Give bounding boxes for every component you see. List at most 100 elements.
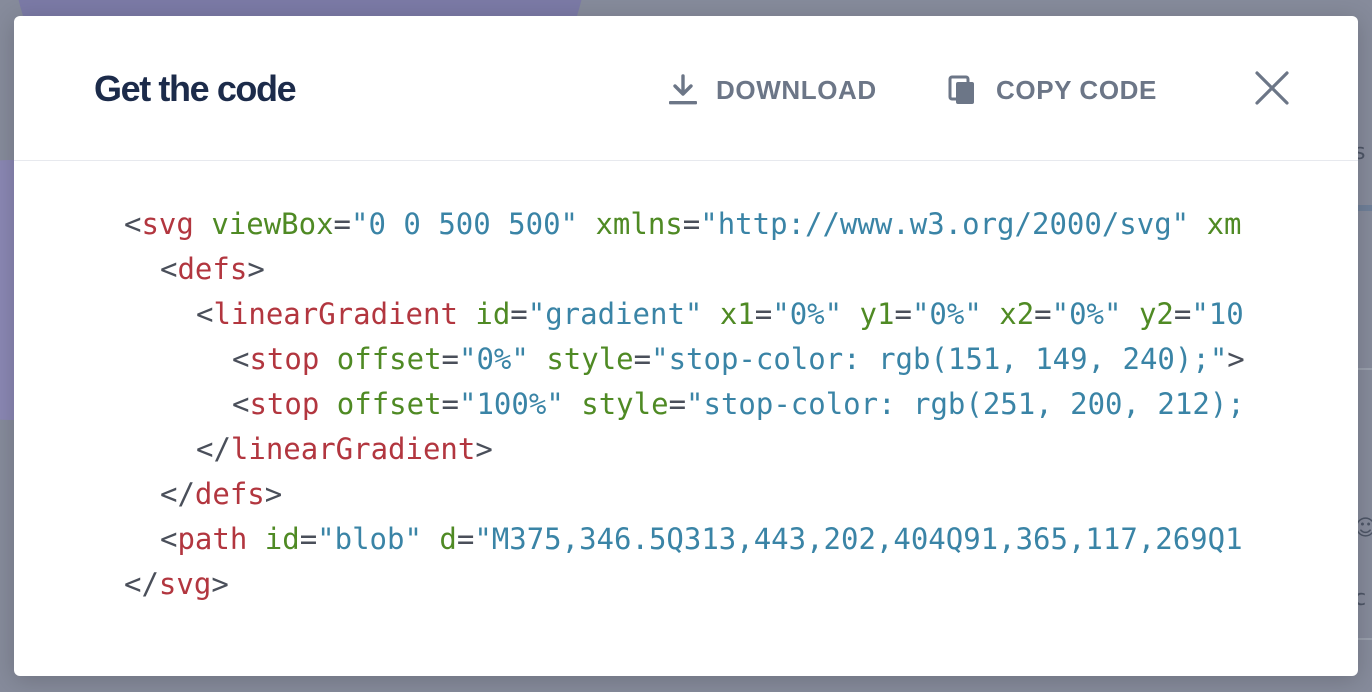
code-token-val: "stop-color: rgb(251, 200, 212); (686, 387, 1245, 421)
code-token-attr: x2 (999, 297, 1035, 331)
code-token-attr: viewBox (211, 207, 334, 241)
copy-icon (946, 73, 980, 107)
code-line: </linearGradient> (124, 427, 1276, 472)
code-token-punc: > (264, 477, 283, 511)
code-token-punc: = (633, 342, 652, 376)
code-token-punc: = (510, 297, 528, 331)
modal-header: Get the code DOWNLOAD COPY CODE (14, 16, 1358, 161)
code-token-punc: < (160, 252, 178, 286)
code-token-punc: </ (124, 567, 159, 601)
code-token-attr: offset (336, 387, 442, 421)
code-token-tag: defs (177, 252, 248, 286)
code-line: <svg viewBox="0 0 500 500" xmlns="http:/… (124, 202, 1276, 247)
code-token-tag: linearGradient (213, 297, 458, 331)
code-token-tag: svg (158, 567, 212, 601)
code-line: <defs> (124, 247, 1276, 292)
code-token-punc: < (124, 207, 142, 241)
code-token-val: "0 0 500 500" (351, 207, 578, 241)
code-token-punc: = (668, 387, 687, 421)
code-token-punc: = (894, 297, 912, 331)
code-token-tag: svg (141, 207, 194, 241)
code-token-tag: defs (194, 477, 265, 511)
code-token-val: "0%" (1051, 297, 1122, 331)
code-token-attr: d (439, 522, 457, 556)
code-token-punc: </ (160, 477, 195, 511)
download-label: DOWNLOAD (716, 74, 877, 105)
code-token-tag: stop (249, 387, 320, 421)
code-token-val: "0%" (911, 297, 982, 331)
code-token-attr: y1 (859, 297, 895, 331)
code-token-attr: style (581, 387, 669, 421)
code-token-val: "0%" (459, 342, 529, 376)
code-token-val: "gradient" (527, 297, 703, 331)
code-token-punc: > (475, 432, 493, 466)
close-button[interactable] (1252, 68, 1292, 108)
code-token-punc: < (232, 387, 250, 421)
copy-code-button[interactable]: COPY CODE (946, 70, 1157, 110)
code-token-attr: offset (336, 342, 442, 376)
code-line: <path id="blob" d="M375,346.5Q313,443,20… (124, 517, 1276, 562)
code-token-punc: </ (196, 432, 231, 466)
code-token-attr: y2 (1138, 297, 1174, 331)
code-token-tag: linearGradient (230, 432, 476, 466)
code-token-punc: = (441, 387, 460, 421)
code-token-punc: < (160, 522, 178, 556)
code-token-punc: = (1034, 297, 1052, 331)
code-token-val: "M375,346.5Q313,443,202,404Q91,365,117,2… (474, 522, 1243, 556)
code-token-punc: = (1173, 297, 1192, 331)
code-token-punc: > (247, 252, 265, 286)
code-token-val: "http://www.w3.org/2000/svg" (700, 207, 1190, 241)
code-token-attr: id (475, 297, 511, 331)
get-code-modal: Get the code DOWNLOAD COPY CODE <svg vie… (14, 16, 1358, 676)
background-divider (1358, 638, 1372, 640)
code-token-attr: xm (1206, 207, 1242, 241)
code-token-punc: = (682, 207, 701, 241)
close-icon (1252, 71, 1292, 112)
code-line: <linearGradient id="gradient" x1="0%" y1… (124, 292, 1276, 337)
code-token-punc: = (299, 522, 318, 556)
code-token-attr: x1 (719, 297, 755, 331)
code-line: <stop offset="0%" style="stop-color: rgb… (124, 337, 1276, 382)
copy-code-label: COPY CODE (996, 74, 1157, 105)
code-token-punc: > (1227, 342, 1245, 376)
code-block[interactable]: <svg viewBox="0 0 500 500" xmlns="http:/… (124, 202, 1276, 622)
code-line: <stop offset="100%" style="stop-color: r… (124, 382, 1276, 427)
code-token-tag: path (177, 522, 248, 556)
download-button[interactable]: DOWNLOAD (666, 70, 877, 110)
code-token-punc: = (456, 522, 475, 556)
code-line: </defs> (124, 472, 1276, 517)
code-token-val: "0%" (772, 297, 843, 331)
code-token-tag: stop (249, 342, 320, 376)
code-token-val: "stop-color: rgb(151, 149, 240);" (651, 342, 1228, 376)
code-token-punc: < (232, 342, 250, 376)
code-token-val: "100%" (459, 387, 564, 421)
code-line: </svg> (124, 562, 1276, 607)
code-token-val: "10 (1191, 297, 1244, 331)
code-token-punc: < (196, 297, 214, 331)
code-token-attr: id (264, 522, 300, 556)
code-token-punc: = (754, 297, 773, 331)
code-token-punc: = (441, 342, 460, 376)
code-token-punc: = (333, 207, 352, 241)
modal-title: Get the code (94, 68, 297, 109)
code-token-val: "blob" (317, 522, 422, 556)
download-icon (666, 73, 700, 107)
code-token-attr: xmlns (595, 207, 683, 241)
background-slider-bar (1358, 205, 1372, 211)
background-divider (1358, 368, 1372, 370)
code-token-attr: style (546, 342, 634, 376)
